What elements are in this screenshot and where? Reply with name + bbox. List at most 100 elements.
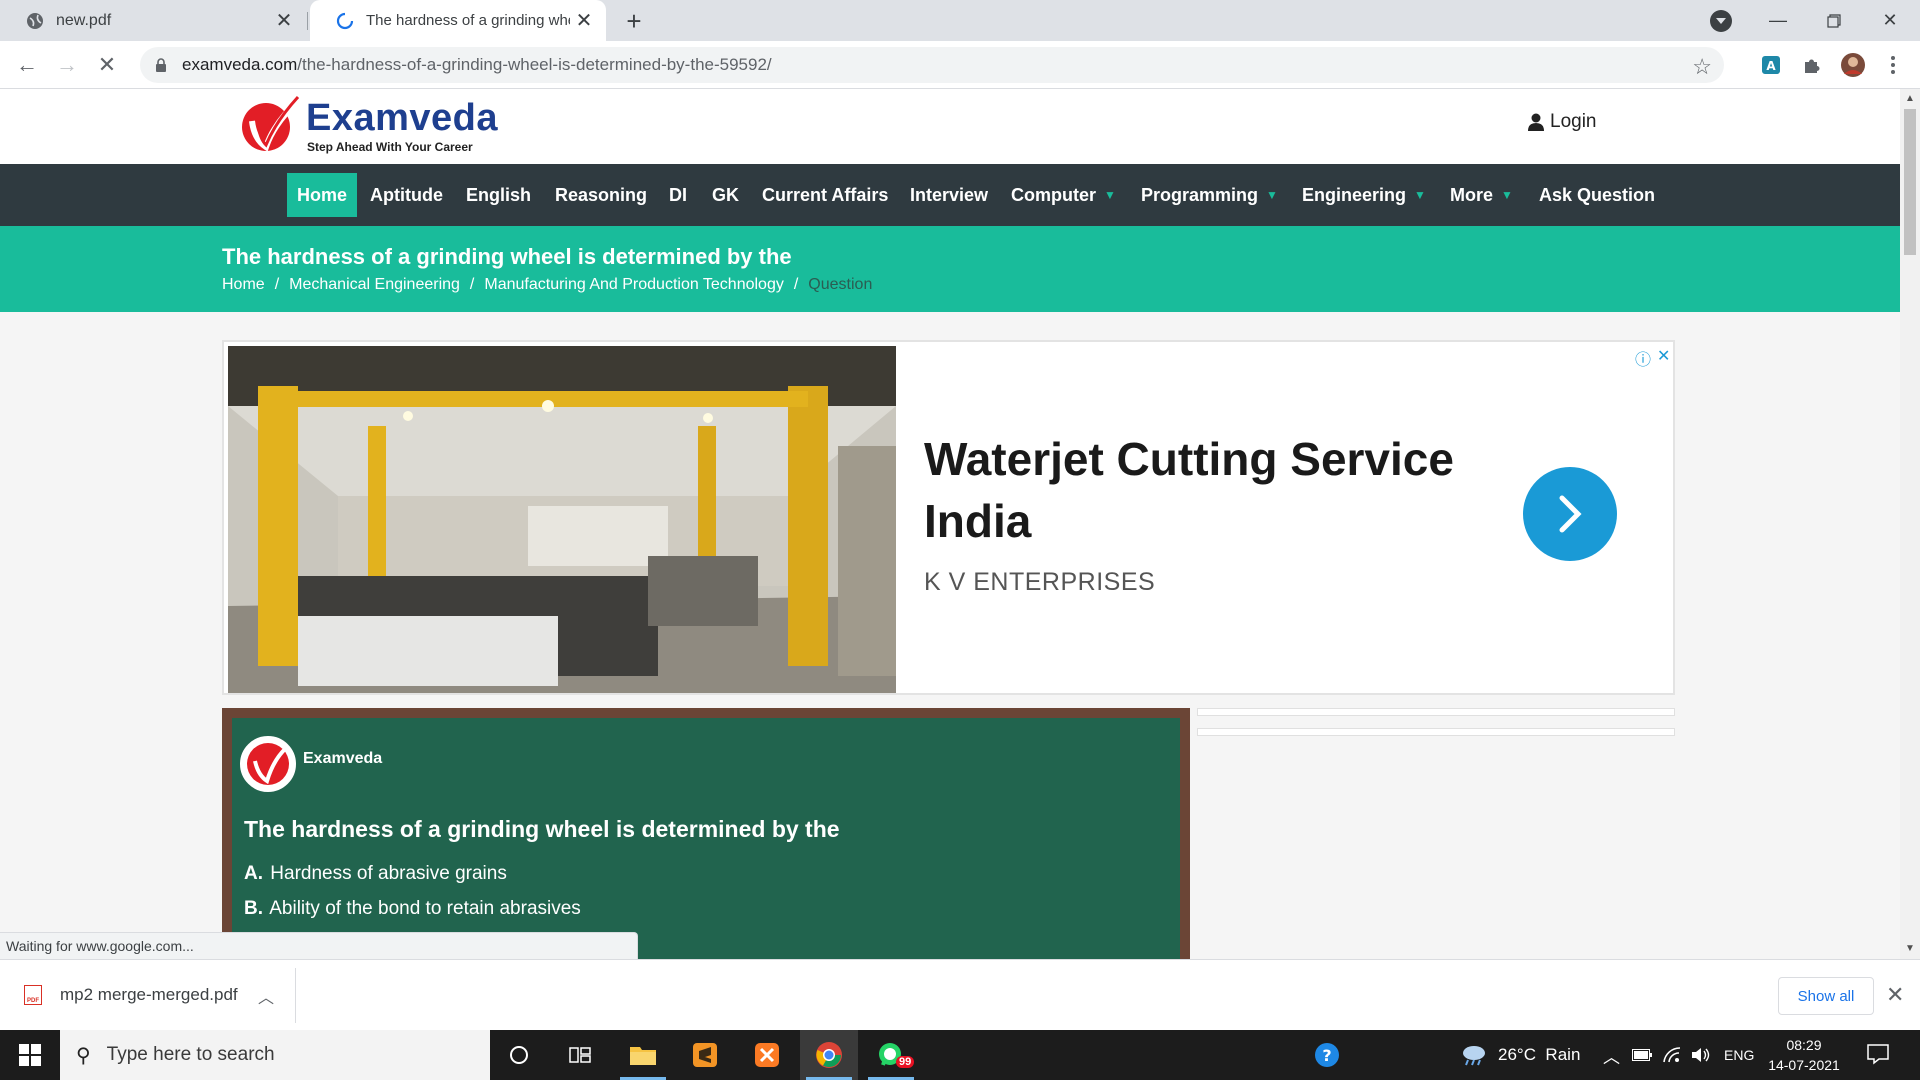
author-avatar — [240, 736, 296, 792]
lock-icon[interactable] — [154, 58, 168, 72]
download-item[interactable]: PDF mp2 merge-merged.pdf — [24, 978, 238, 1012]
file-explorer-icon[interactable] — [614, 1030, 672, 1080]
nav-more[interactable]: More ▼ — [1440, 173, 1523, 217]
address-bar[interactable]: examveda.com/the-hardness-of-a-grinding-… — [140, 47, 1724, 83]
login-link[interactable]: Login — [1528, 111, 1597, 133]
whatsapp-icon[interactable]: 99 — [862, 1030, 920, 1080]
advertisement-banner[interactable]: Waterjet Cutting Service India K V ENTER… — [222, 340, 1675, 695]
ad-close-icon[interactable]: ✕ — [1657, 346, 1670, 370]
profile-avatar[interactable] — [1840, 52, 1866, 78]
window-close-icon[interactable]: ✕ — [1862, 0, 1918, 41]
ad-advertiser[interactable]: K V ENTERPRISES — [924, 568, 1155, 597]
page-viewport: Examveda Step Ahead With Your Career Log… — [0, 89, 1900, 959]
tab-close-icon[interactable]: ✕ — [570, 7, 598, 35]
wifi-icon[interactable] — [1663, 1030, 1681, 1080]
nav-label: Engineering — [1302, 184, 1407, 205]
chevron-down-icon: ▼ — [1414, 188, 1426, 202]
nav-engineering[interactable]: Engineering ▼ — [1292, 173, 1436, 217]
scroll-down-arrow-icon[interactable]: ▼ — [1905, 943, 1915, 954]
nav-label: More — [1450, 184, 1494, 205]
option-a[interactable]: A. Hardness of abrasive grains — [244, 863, 507, 885]
nav-programming[interactable]: Programming ▼ — [1131, 173, 1288, 217]
option-letter: A. — [244, 863, 263, 884]
page-scrollbar[interactable]: ▲ ▼ — [1900, 89, 1920, 959]
chevron-up-icon[interactable]: ︿ — [258, 984, 274, 1008]
extensions-puzzle-icon[interactable] — [1799, 52, 1825, 78]
option-text: Hardness of abrasive grains — [270, 863, 507, 884]
sublime-text-icon[interactable] — [676, 1030, 734, 1080]
volume-icon[interactable] — [1691, 1030, 1711, 1080]
svg-text:?: ? — [1322, 1046, 1331, 1065]
user-icon — [1528, 113, 1544, 131]
loading-spinner-icon — [336, 12, 354, 30]
ad-info-icon[interactable]: ⓘ — [1635, 346, 1651, 370]
nav-label: DI — [669, 184, 687, 205]
breadcrumb-current: Question — [808, 276, 873, 293]
nav-home[interactable]: Home — [287, 173, 358, 217]
ad-next-button[interactable] — [1523, 467, 1617, 561]
ad-choices[interactable]: ⓘ ✕ — [1635, 346, 1670, 370]
nav-gk[interactable]: GK — [702, 173, 749, 217]
breadcrumb-manufacturing[interactable]: Manufacturing And Production Technology — [484, 276, 783, 294]
nav-interview[interactable]: Interview — [900, 173, 998, 217]
author-name: Examveda — [303, 750, 383, 767]
nav-computer[interactable]: Computer ▼ — [1001, 173, 1126, 217]
breadcrumb-separator: / — [274, 276, 280, 293]
nav-english[interactable]: English — [456, 173, 541, 217]
tab-search-icon[interactable] — [1710, 10, 1732, 32]
restore-icon[interactable] — [1806, 0, 1862, 41]
nav-reasoning[interactable]: Reasoning — [545, 173, 657, 217]
windows-start-icon[interactable] — [0, 1030, 60, 1080]
chrome-menu-icon[interactable] — [1880, 52, 1906, 78]
tab-close-icon[interactable]: ✕ — [270, 7, 298, 35]
extension-translate-icon[interactable]: A — [1758, 52, 1784, 78]
system-clock[interactable]: 08:29 14-07-2021 — [1766, 1035, 1842, 1075]
sidebar-placeholder — [1197, 728, 1675, 736]
xampp-icon[interactable] — [738, 1030, 796, 1080]
tab-active-question[interactable]: The hardness of a grinding wheel is dete… — [310, 0, 606, 41]
page-title: The hardness of a grinding wheel is dete… — [222, 244, 792, 269]
notification-badge: 99 — [896, 1056, 915, 1068]
battery-icon[interactable] — [1632, 1030, 1652, 1080]
breadcrumb-separator: / — [793, 276, 799, 293]
tray-overflow-chevron-icon[interactable]: ︿ — [1603, 1030, 1620, 1080]
minimize-icon[interactable]: — — [1750, 0, 1806, 41]
breadcrumb-home[interactable]: Home — [222, 276, 265, 294]
nav-ask-question[interactable]: Ask Question — [1529, 173, 1665, 217]
ad-title[interactable]: Waterjet Cutting Service India — [924, 428, 1484, 552]
tab-strip: new.pdf ✕ The hardness of a grinding whe… — [0, 0, 1920, 41]
new-tab-plus-icon[interactable]: + — [620, 6, 648, 36]
ad-factory-photo[interactable] — [228, 346, 896, 693]
close-shelf-icon[interactable]: ✕ — [1886, 982, 1904, 1008]
site-header: Examveda Step Ahead With Your Career Log… — [0, 89, 1900, 164]
forward-arrow-icon[interactable]: → — [52, 50, 82, 80]
breadcrumb-separator: / — [469, 276, 475, 293]
brand-tagline: Step Ahead With Your Career — [307, 140, 473, 154]
windows-taskbar: ⚲ Type here to search 99 ? 26°C Rain ︿ E… — [0, 1030, 1920, 1080]
cortana-icon[interactable] — [490, 1030, 548, 1080]
breadcrumb-mechanical-engineering[interactable]: Mechanical Engineering — [289, 276, 460, 294]
help-icon[interactable]: ? — [1298, 1030, 1356, 1080]
weather-widget[interactable]: 26°C Rain — [1460, 1030, 1580, 1080]
show-all-button[interactable]: Show all — [1778, 977, 1874, 1015]
scrollbar-thumb[interactable] — [1904, 109, 1916, 255]
main-navigation: Home Aptitude English Reasoning DI GK Cu… — [0, 164, 1900, 226]
chrome-taskbar-icon[interactable] — [800, 1030, 858, 1080]
back-arrow-icon[interactable]: ← — [12, 50, 42, 80]
notification-center-icon[interactable] — [1866, 1042, 1890, 1066]
nav-label: Aptitude — [370, 184, 443, 205]
option-b[interactable]: B. Ability of the bond to retain abrasiv… — [244, 898, 581, 920]
examveda-logo[interactable]: Examveda Step Ahead With Your Career — [238, 93, 498, 157]
nav-aptitude[interactable]: Aptitude — [360, 173, 453, 217]
tab-new-pdf[interactable]: new.pdf ✕ — [0, 0, 306, 41]
question-text: The hardness of a grinding wheel is dete… — [244, 816, 840, 842]
chevron-right-icon — [1559, 495, 1582, 533]
nav-di[interactable]: DI — [659, 173, 697, 217]
nav-current-affairs[interactable]: Current Affairs — [752, 173, 898, 217]
scroll-up-arrow-icon[interactable]: ▲ — [1905, 93, 1915, 104]
taskbar-search-input[interactable]: ⚲ Type here to search — [60, 1030, 490, 1080]
bookmark-star-icon[interactable]: ☆ — [1692, 54, 1712, 80]
task-view-icon[interactable] — [551, 1030, 609, 1080]
stop-loading-icon[interactable]: ✕ — [92, 50, 122, 80]
language-indicator[interactable]: ENG — [1724, 1030, 1754, 1080]
